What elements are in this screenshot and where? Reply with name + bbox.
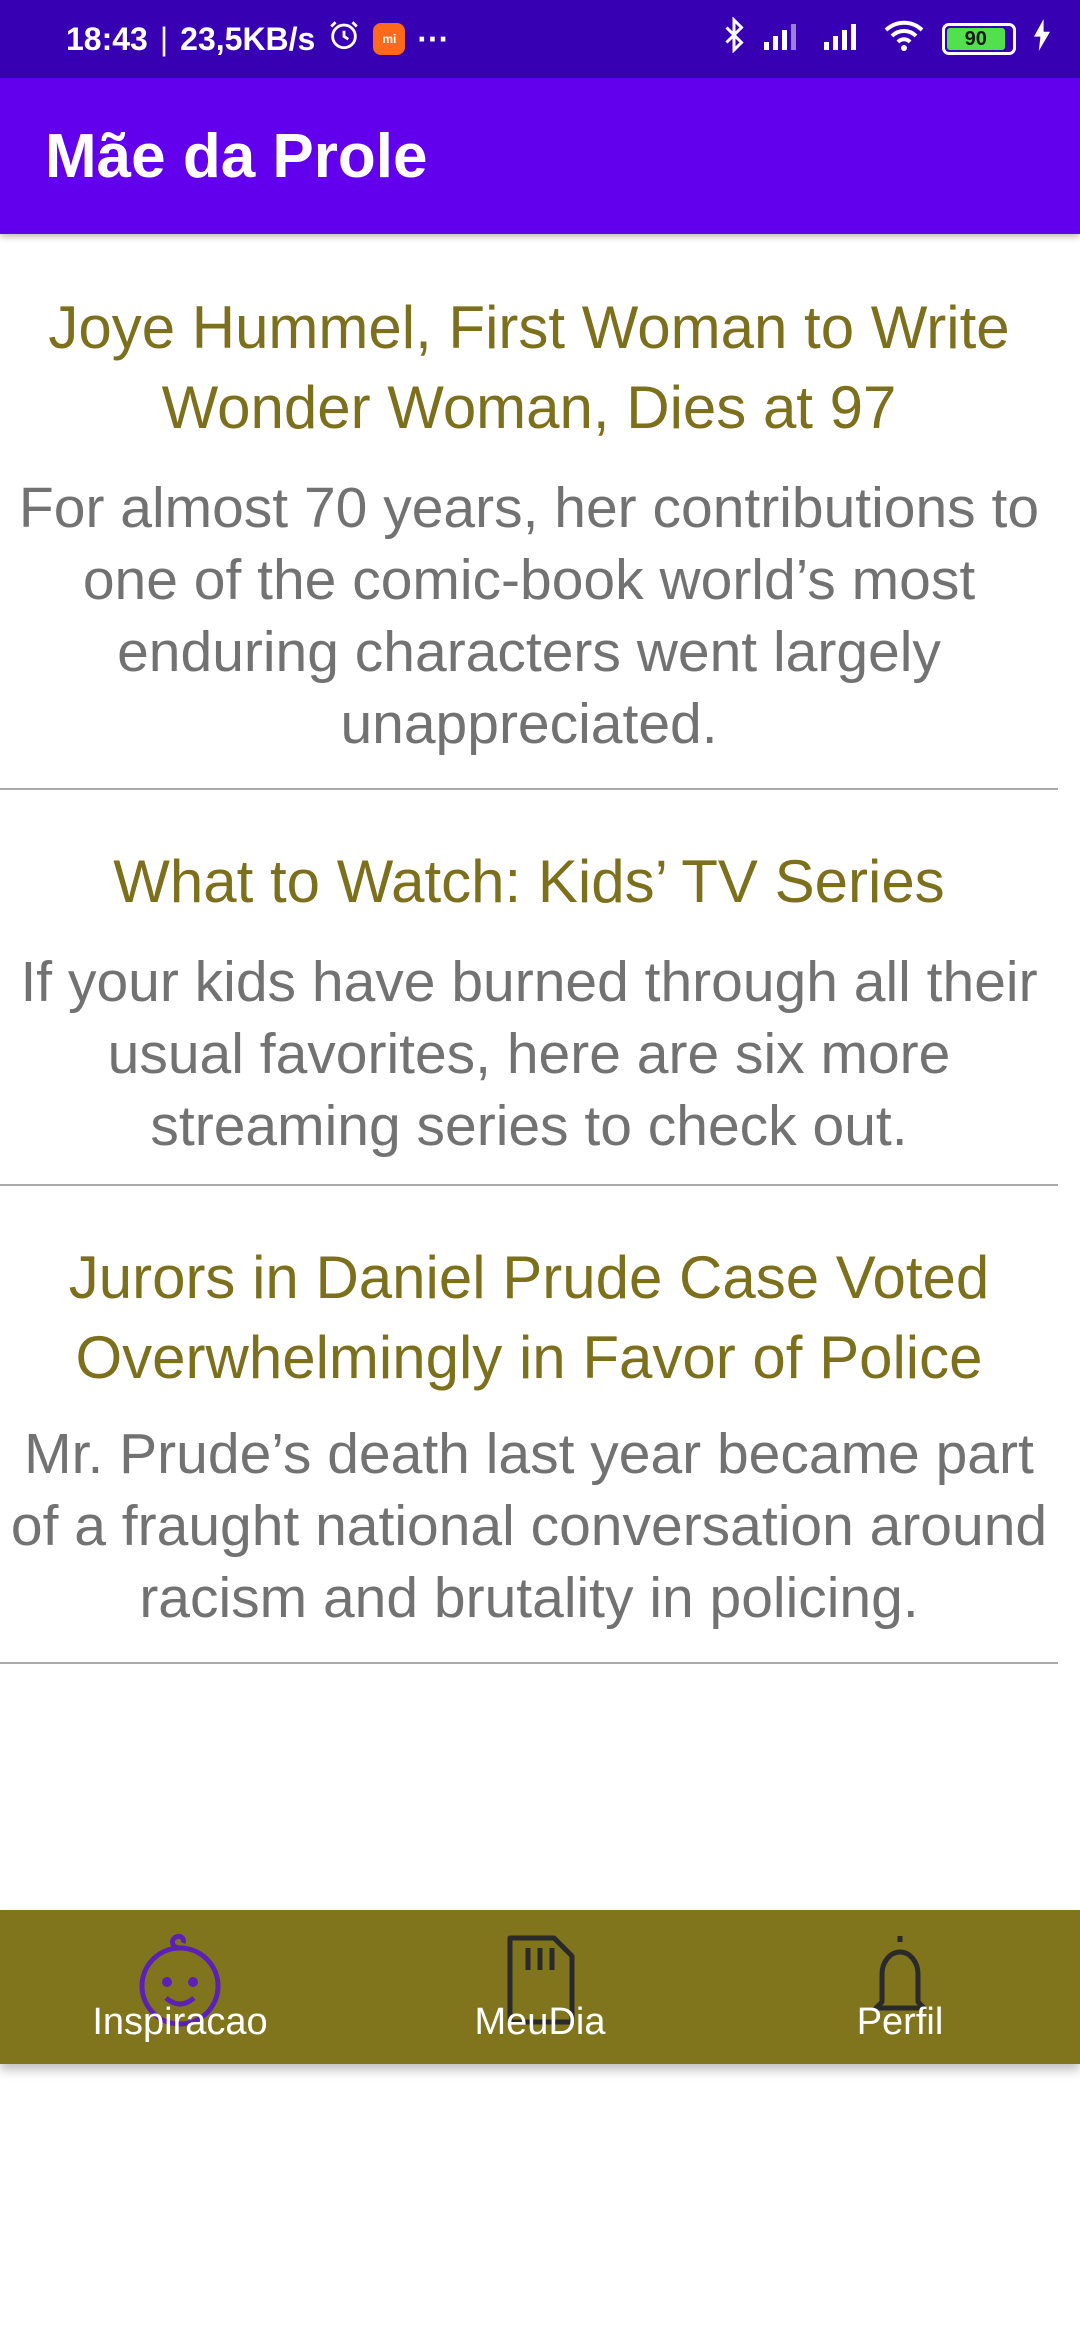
battery-percent: 90	[964, 27, 987, 50]
feed-item[interactable]: Jurors in Daniel Prude Case Voted Overwh…	[0, 1186, 1058, 1664]
signal-icon-1	[762, 20, 806, 58]
feed-item-title: What to Watch: Kids’ TV Series	[113, 848, 945, 915]
more-notifications-icon: ···	[417, 20, 450, 57]
feed-item-description: For almost 70 years, her contributions t…	[18, 476, 1040, 756]
feed-item-title: Joye Hummel, First Woman to Write Wonder…	[48, 294, 1010, 441]
feed-item[interactable]: Joye Hummel, First Woman to Write Wonder…	[0, 234, 1058, 790]
battery-icon: 90	[942, 23, 1016, 55]
app-bar: Mãe da Prole	[0, 78, 1080, 234]
nav-label-meudia: MeuDia	[474, 2001, 606, 2043]
nav-item-inspiracao[interactable]: Inspiracao	[0, 1910, 360, 2064]
status-bar: 18:43 | 23,5KB/s mi ··· 90	[0, 0, 1080, 78]
nav-label-perfil: Perfil	[856, 2001, 944, 2043]
alarm-icon	[327, 18, 361, 60]
nav-label-inspiracao: Inspiracao	[92, 2001, 268, 2043]
feed-item-description: If your kids have burned through all the…	[20, 950, 1038, 1158]
charging-icon	[1032, 19, 1052, 59]
news-feed[interactable]: Joye Hummel, First Woman to Write Wonder…	[0, 234, 1080, 1664]
bottom-navigation: Inspiracao MeuDia Perfil	[0, 1910, 1080, 2064]
feed-item[interactable]: What to Watch: Kids’ TV Series If your k…	[0, 790, 1058, 1186]
feed-item-description: Mr. Prude’s death last year became part …	[10, 1422, 1048, 1630]
feed-item-title: Jurors in Daniel Prude Case Voted Overwh…	[68, 1244, 990, 1391]
signal-icon-2	[822, 20, 866, 58]
bluetooth-icon	[722, 16, 746, 61]
wifi-icon	[882, 18, 926, 60]
app-title: Mãe da Prole	[45, 121, 428, 191]
status-left: 18:43 | 23,5KB/s mi ···	[66, 18, 449, 60]
status-right: 90	[722, 16, 1052, 61]
status-separator: |	[159, 20, 169, 57]
mi-app-icon: mi	[373, 23, 406, 55]
battery-level: 90	[947, 28, 1005, 50]
nav-item-meudia[interactable]: MeuDia	[360, 1910, 720, 2064]
mi-app-label: mi	[382, 32, 397, 46]
nav-item-perfil[interactable]: Perfil	[720, 1910, 1080, 2064]
status-time: 18:43	[66, 20, 148, 57]
status-speed: 23,5KB/s	[180, 20, 316, 57]
